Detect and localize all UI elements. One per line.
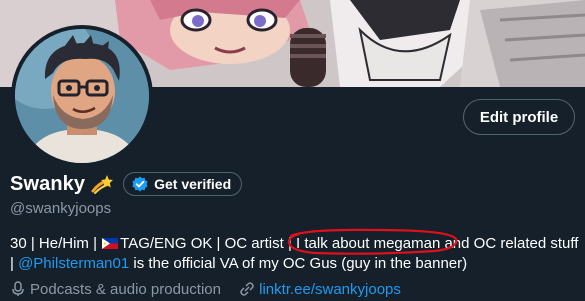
philippines-flag-icon [102, 235, 119, 249]
display-name: Swanky [10, 172, 86, 195]
bio-text-4: is the official VA of my OC Gus (guy in … [129, 255, 468, 272]
shooting-star-icon [91, 173, 114, 195]
verified-badge-icon [132, 176, 148, 192]
profile-bio: 30 | He/Him | TAG/ENG OK | OC artist | I… [10, 234, 580, 274]
username-handle: @swankyjoops [10, 200, 112, 217]
bio-text-1: 30 | He/Him | [10, 235, 102, 252]
get-verified-button[interactable]: Get verified [123, 172, 243, 196]
link-icon [239, 281, 255, 297]
get-verified-label: Get verified [154, 176, 232, 192]
bio-highlighted-text: I talk about megaman [296, 235, 441, 252]
avatar[interactable] [15, 29, 149, 163]
name-row: Swanky Get verified [10, 172, 243, 196]
bio-mention-link[interactable]: @Philsterman01 [18, 255, 129, 272]
bio-text-2: TAG/ENG OK | OC artist | [120, 235, 297, 252]
edit-profile-button[interactable]: Edit profile [463, 99, 575, 135]
microphone-icon [10, 281, 26, 297]
